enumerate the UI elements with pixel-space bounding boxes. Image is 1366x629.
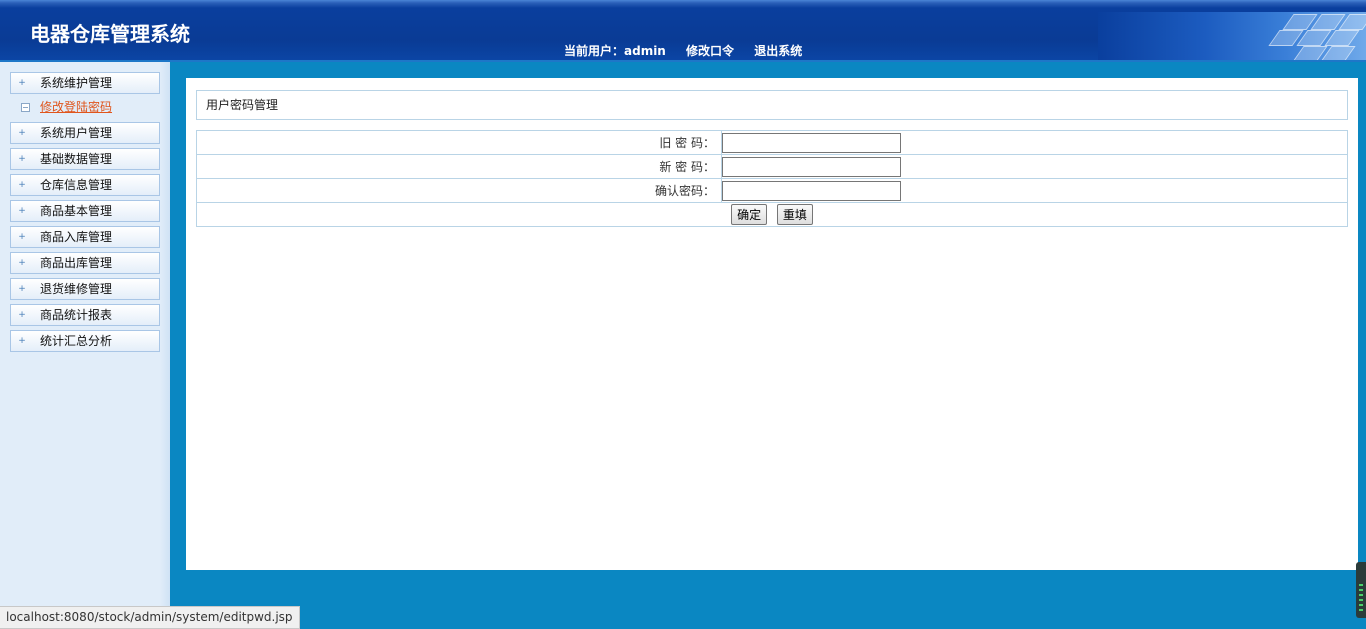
expand-icon: + [18,310,26,320]
collapse-icon [21,103,30,112]
sidebar-item-label[interactable]: 修改登陆密码 [40,97,112,117]
sidebar-item-system-maintenance[interactable]: + 系统维护管理 [10,72,160,94]
app-header: 电器仓库管理系统 当前用户：admin 修改口令 退出系统 [0,0,1366,62]
change-password-link[interactable]: 修改口令 [686,44,734,58]
sidebar-item-stock-in[interactable]: + 商品入库管理 [10,226,160,248]
expand-icon: + [18,206,26,216]
old-password-cell [721,130,1348,155]
sidebar-item-change-password[interactable]: 修改登陆密码 [10,97,160,117]
widget-bar [1359,589,1363,591]
sidebar-item-label: 统计汇总分析 [40,334,113,348]
widget-bar [1359,599,1363,601]
password-form: 旧 密 码： 新 密 码： 确认密码： 确定 重填 [196,130,1348,227]
expand-icon: + [18,258,26,268]
sidebar-item-label: 退货维修管理 [40,282,113,296]
sidebar-item-label: 商品入库管理 [40,230,113,244]
reset-button[interactable]: 重填 [776,204,813,225]
expand-icon: + [18,284,26,294]
form-row-confirm-password: 确认密码： [196,178,1348,203]
status-bar-url: localhost:8080/stock/admin/system/editpw… [0,606,300,629]
sidebar-item-label: 仓库信息管理 [40,178,113,192]
sidebar-item-product-reports[interactable]: + 商品统计报表 [10,304,160,326]
sidebar-item-summary-analysis[interactable]: + 统计汇总分析 [10,330,160,352]
form-row-new-password: 新 密 码： [196,154,1348,179]
old-password-input[interactable] [722,133,901,153]
expand-icon: + [18,232,26,242]
sidebar-item-user-management[interactable]: + 系统用户管理 [10,122,160,144]
new-password-label: 新 密 码： [196,154,722,179]
current-user-text: 当前用户：admin [564,44,666,58]
user-bar: 当前用户：admin 修改口令 退出系统 [564,42,818,59]
keyboard-banner-image [1098,12,1366,62]
sidebar-item-label: 系统维护管理 [40,76,113,90]
widget-bar [1359,584,1363,586]
confirm-password-label: 确认密码： [196,178,722,203]
expand-icon: + [18,128,26,138]
sidebar-item-label: 商品统计报表 [40,308,113,322]
new-password-input[interactable] [722,157,901,177]
form-actions: 确定 重填 [196,202,1348,227]
sidebar-item-label: 商品基本管理 [40,204,113,218]
expand-icon: + [18,78,26,88]
header-divider [0,60,1366,62]
new-password-cell [721,154,1348,179]
sidebar-item-base-data[interactable]: + 基础数据管理 [10,148,160,170]
expand-icon: + [18,154,26,164]
submit-button[interactable]: 确定 [731,204,768,225]
sidebar-item-label: 基础数据管理 [40,152,113,166]
logout-link[interactable]: 退出系统 [754,44,802,58]
confirm-password-input[interactable] [722,181,901,201]
sidebar-item-label: 商品出库管理 [40,256,113,270]
form-row-actions: 确定 重填 [196,202,1348,227]
sidebar-item-warehouse-info[interactable]: + 仓库信息管理 [10,174,160,196]
old-password-label: 旧 密 码： [196,130,722,155]
expand-icon: + [18,180,26,190]
side-widget[interactable] [1356,562,1366,618]
widget-bar [1359,594,1363,596]
sidebar: + 系统维护管理 修改登陆密码 + 系统用户管理 + 基础数据管理 + 仓库信息… [0,62,170,608]
sidebar-item-label: 系统用户管理 [40,126,113,140]
app-title: 电器仓库管理系统 [30,22,190,46]
sidebar-item-stock-out[interactable]: + 商品出库管理 [10,252,160,274]
confirm-password-cell [721,178,1348,203]
sidebar-item-returns-repair[interactable]: + 退货维修管理 [10,278,160,300]
section-title: 用户密码管理 [206,98,279,112]
form-row-old-password: 旧 密 码： [196,130,1348,155]
sidebar-item-product-basic[interactable]: + 商品基本管理 [10,200,160,222]
widget-bar [1359,604,1363,606]
widget-bar [1359,609,1363,611]
section-header: 用户密码管理 [196,90,1348,120]
main-content: 用户密码管理 旧 密 码： 新 密 码： 确认密码： 确定 重填 [186,78,1358,570]
expand-icon: + [18,336,26,346]
